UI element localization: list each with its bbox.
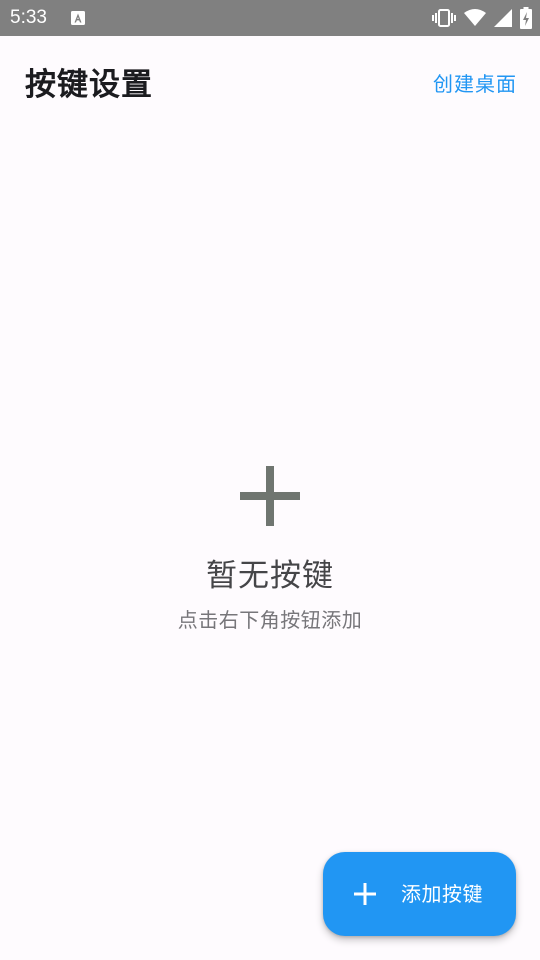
empty-state-subtitle: 点击右下角按钮添加 <box>177 608 363 632</box>
plus-icon <box>354 883 376 905</box>
signal-icon <box>494 9 512 27</box>
status-time: 5:33 <box>10 7 47 28</box>
app-notification-icon <box>71 11 85 25</box>
screen: 5:33 按键设置 创建桌面 暂无按键 点击右下角按钮添加 添加按键 <box>0 0 540 960</box>
app-bar: 按键设置 创建桌面 <box>0 36 540 132</box>
empty-state: 暂无按键 点击右下角按钮添加 <box>0 466 540 634</box>
vibrate-icon <box>432 9 456 27</box>
create-desktop-button[interactable]: 创建桌面 <box>433 70 517 98</box>
plus-icon <box>240 466 300 526</box>
add-key-label: 添加按键 <box>401 882 483 906</box>
page-title: 按键设置 <box>25 67 153 103</box>
status-icons <box>432 6 532 30</box>
add-key-button[interactable]: 添加按键 <box>323 852 516 936</box>
battery-charging-icon <box>520 7 532 29</box>
wifi-icon <box>464 9 486 26</box>
empty-state-title: 暂无按键 <box>206 558 334 594</box>
status-bar: 5:33 <box>0 0 540 36</box>
